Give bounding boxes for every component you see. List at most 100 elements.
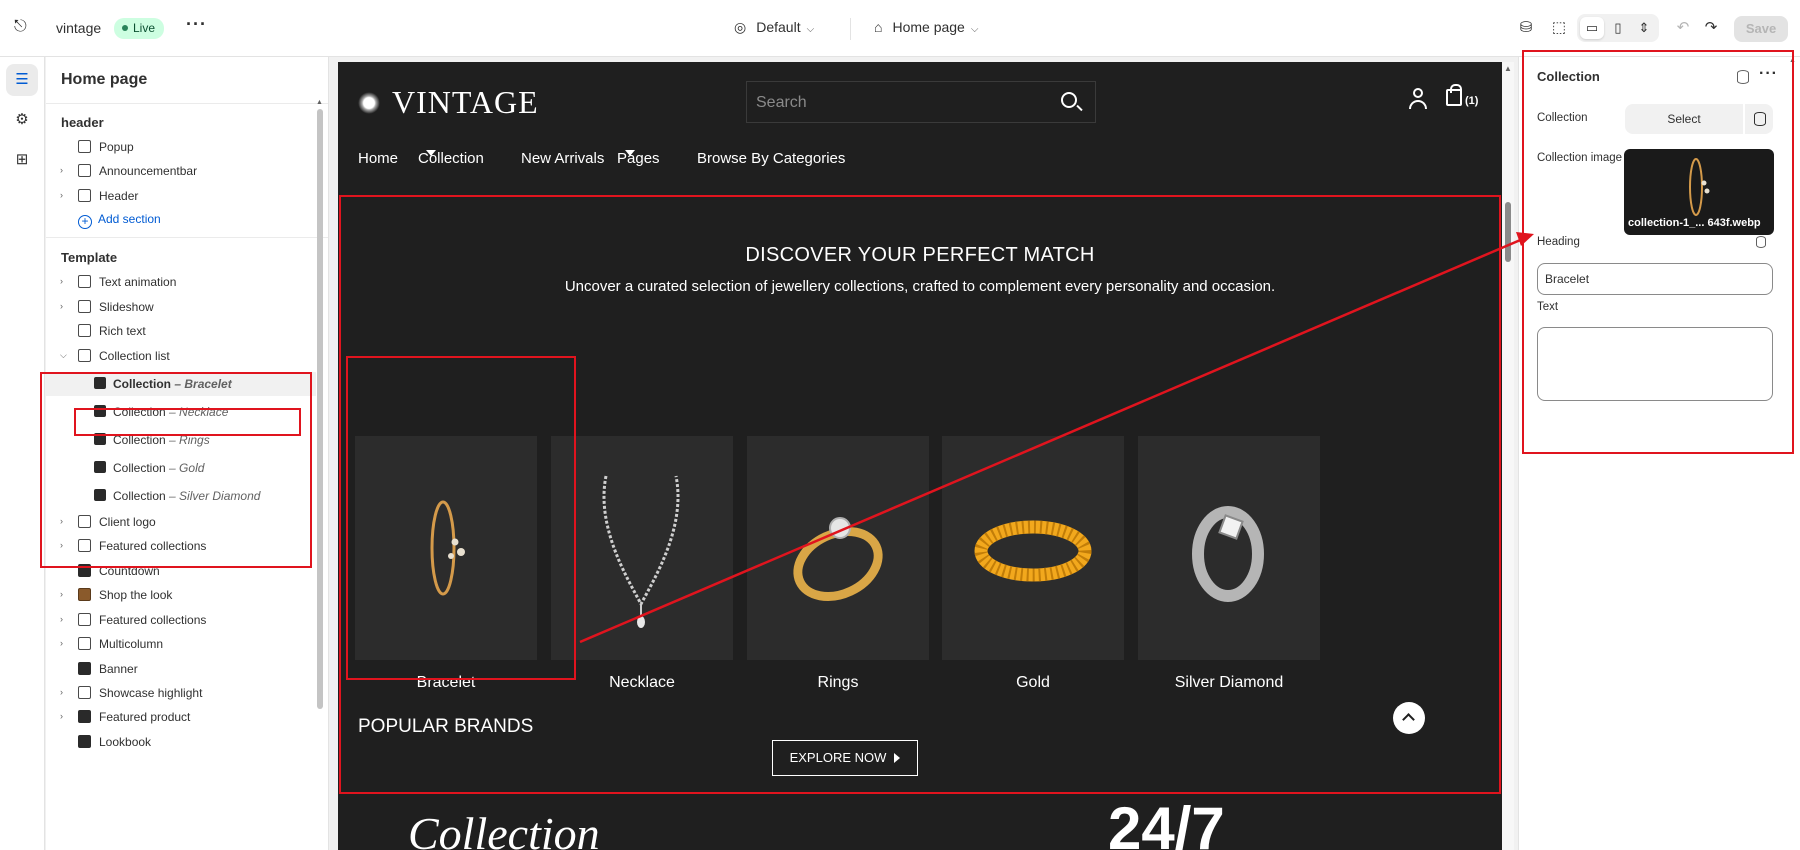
sidebar-item-announcementbar[interactable]: › Announcementbar <box>46 159 316 183</box>
store-search[interactable]: Search <box>746 81 1096 123</box>
live-badge: Live <box>114 18 165 39</box>
caret-down-icon <box>426 150 436 156</box>
home-icon: ⌂ <box>874 19 883 35</box>
nav-home[interactable]: Home <box>358 150 398 167</box>
sidebar-item-label: Showcase highlight <box>99 686 203 700</box>
redo-icon[interactable]: ↷ <box>1700 17 1722 39</box>
user-icon[interactable] <box>1408 88 1428 110</box>
sidebar-item-label: Shop the look <box>99 588 173 602</box>
image-icon <box>78 735 91 748</box>
template-group-label: Template <box>61 250 118 265</box>
section-icon <box>78 324 91 337</box>
nav-browse-categories[interactable]: Browse By Categories <box>697 150 845 167</box>
more-options-icon[interactable]: ··· <box>186 14 207 35</box>
chevron-right-icon[interactable]: › <box>60 301 63 311</box>
sidebar-item-label: Featured product <box>99 710 191 724</box>
sidebar-item-rich-text[interactable]: Rich text <box>46 319 316 343</box>
store-logo[interactable]: VINTAGE <box>358 84 539 121</box>
mobile-icon[interactable]: ▯ <box>1606 17 1630 39</box>
chevron-right-icon[interactable]: › <box>60 165 63 175</box>
live-dot <box>122 25 128 31</box>
fullscreen-icon[interactable]: ⇕ <box>1632 17 1656 39</box>
sidebar-item-featured-collections-2[interactable]: › Featured collections <box>46 608 316 632</box>
header-group-label: header <box>61 115 104 130</box>
sidebar-item-collection-list[interactable]: ⌵ Collection list <box>46 344 316 368</box>
sidebar-item-lookbook[interactable]: Lookbook <box>46 730 316 754</box>
sidebar-item-slideshow[interactable]: › Slideshow <box>46 295 316 319</box>
apps-icon[interactable]: ⊞ <box>6 144 38 176</box>
chevron-right-icon[interactable]: › <box>60 614 63 624</box>
annotation-box-settings-panel <box>1522 50 1794 454</box>
chevron-right-icon[interactable]: › <box>60 589 63 599</box>
gear-icon[interactable]: ⚙ <box>6 104 38 136</box>
theme-selector[interactable]: ◎ Default ⌵ <box>734 19 814 36</box>
scroll-thumb[interactable] <box>1505 202 1511 262</box>
sidebar-item-label: Banner <box>99 662 138 676</box>
section-icon <box>78 637 91 650</box>
sidebar-item-label: Featured collections <box>99 613 207 627</box>
theme-label: Default <box>756 19 801 35</box>
image-icon <box>78 662 91 675</box>
chevron-right-icon[interactable]: › <box>60 638 63 648</box>
sidebar-item-banner[interactable]: Banner <box>46 657 316 681</box>
chevron-right-icon[interactable]: › <box>60 687 63 697</box>
sidebar-item-label: Announcementbar <box>99 164 198 178</box>
sidebar-item-label: Multicolumn <box>99 637 164 651</box>
top-bar: ⎋ vintage Live ··· ◎ Default ⌵ ⌂ Home page ⌵… <box>0 0 1800 57</box>
sidebar-item-shop-the-look[interactable]: › Shop the look <box>46 583 316 607</box>
database-icon[interactable]: ⛁ <box>1515 17 1537 39</box>
search-icon[interactable] <box>1061 92 1077 108</box>
chevron-right-icon[interactable]: › <box>60 190 63 200</box>
chevron-down-icon: ⌵ <box>970 24 979 35</box>
logo-text: VINTAGE <box>392 84 539 120</box>
scroll-thumb[interactable] <box>317 109 323 709</box>
chevron-right-icon[interactable]: › <box>60 711 63 721</box>
divider <box>46 103 328 104</box>
sidebar-item-showcase-highlight[interactable]: › Showcase highlight <box>46 681 316 705</box>
logo-sun-icon <box>358 92 380 114</box>
add-section-button[interactable]: + Add section <box>78 212 161 229</box>
scroll-up-icon[interactable]: ▲ <box>316 99 323 106</box>
section-icon <box>78 613 91 626</box>
store-name: vintage <box>56 20 102 36</box>
sidebar-item-popup[interactable]: Popup <box>46 135 316 159</box>
inspect-icon[interactable]: ⬚ <box>1548 17 1570 39</box>
sidebar-item-featured-product[interactable]: › Featured product <box>46 705 316 729</box>
sections-icon[interactable]: ☰ <box>6 64 38 96</box>
sidebar-item-label: Slideshow <box>99 300 154 314</box>
section-icon <box>78 189 91 202</box>
live-label: Live <box>133 21 156 35</box>
annotation-box-bracelet-card <box>346 356 576 680</box>
preview-scrollbar[interactable]: ▲ <box>1502 62 1514 850</box>
chevron-down-icon[interactable]: ⌵ <box>60 350 67 361</box>
undo-icon[interactable]: ↶ <box>1672 17 1694 39</box>
section-icon <box>78 140 91 153</box>
page-selector[interactable]: ⌂ Home page ⌵ <box>874 19 978 35</box>
sidebar-item-text-animation[interactable]: › Text animation <box>46 270 316 294</box>
section-icon <box>78 164 91 177</box>
partial-big-text: 24/7 <box>1108 795 1225 850</box>
device-toggle: ▭ ▯ ⇕ <box>1577 14 1659 42</box>
chevron-down-icon: ⌵ <box>806 24 815 35</box>
annotation-box-bracelet-item <box>74 408 301 436</box>
exit-icon[interactable]: ⎋ <box>14 18 34 38</box>
section-icon <box>78 300 91 313</box>
divider <box>850 18 851 40</box>
sidebar-item-multicolumn[interactable]: › Multicolumn <box>46 632 316 656</box>
cart-count: (1) <box>1465 95 1479 107</box>
image-icon <box>78 588 91 601</box>
sidebar-item-header[interactable]: › Header <box>46 184 316 208</box>
page-label: Home page <box>892 19 965 35</box>
sidebar-scrollbar[interactable]: ▲ <box>316 99 324 849</box>
cart-icon[interactable] <box>1446 84 1462 106</box>
sidebar-item-label: Popup <box>99 140 134 154</box>
nav-new-arrivals[interactable]: New Arrivals <box>521 150 604 167</box>
sidebar-item-label: Rich text <box>99 324 146 338</box>
search-placeholder: Search <box>756 94 807 111</box>
desktop-icon[interactable]: ▭ <box>1580 17 1604 39</box>
scroll-up-icon[interactable]: ▲ <box>1504 64 1512 73</box>
caret-down-icon <box>625 150 635 156</box>
section-icon <box>78 686 91 699</box>
save-button[interactable]: Save <box>1734 16 1788 42</box>
chevron-right-icon[interactable]: › <box>60 276 63 286</box>
